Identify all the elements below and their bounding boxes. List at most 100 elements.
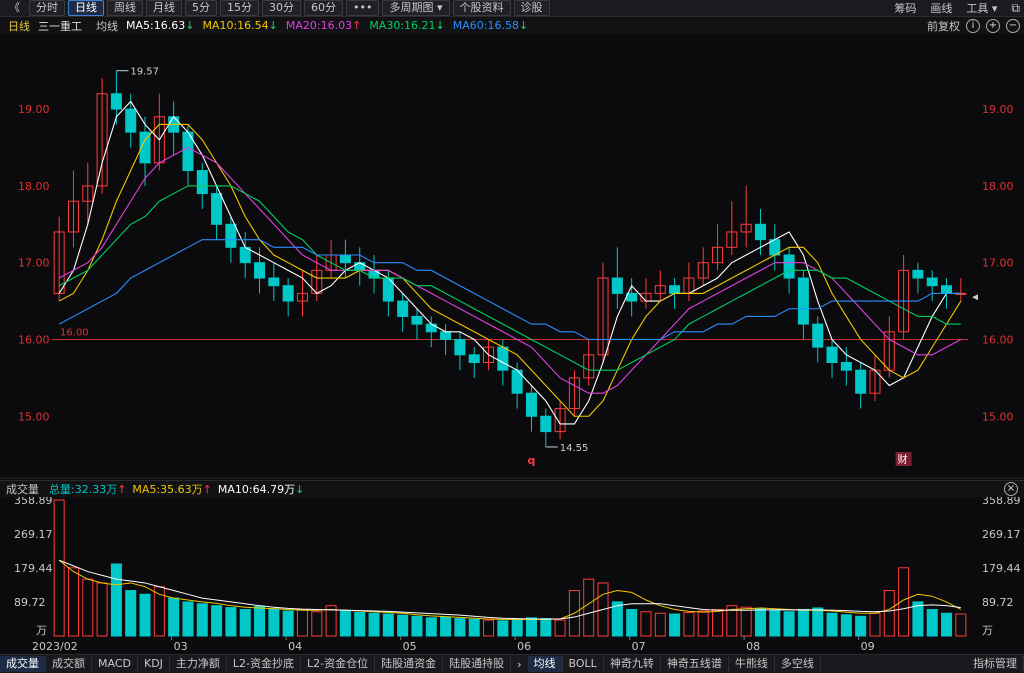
ma-line-ma5 bbox=[58, 100, 961, 425]
candle-body bbox=[110, 93, 122, 110]
price-tick-right: 19.00 bbox=[982, 103, 1014, 116]
volume-bar bbox=[697, 610, 709, 637]
candle-body bbox=[912, 269, 924, 279]
candle-body bbox=[325, 254, 337, 271]
candle-body bbox=[683, 277, 695, 294]
candle-body bbox=[311, 269, 323, 294]
chevron-right-icon[interactable]: › bbox=[511, 658, 527, 671]
candle-body bbox=[440, 331, 452, 340]
indicator-tab[interactable]: MACD bbox=[92, 656, 138, 672]
overlay-tab[interactable]: 均线 bbox=[527, 656, 563, 672]
zoom-out-icon[interactable]: − bbox=[1006, 18, 1020, 33]
kline-chart: 19.00 19.00 18.00 18.00 17.00 17.00 16.00 16.00… bbox=[0, 67, 1024, 653]
volume-bar bbox=[869, 612, 881, 637]
financial-report-marker: 财 bbox=[898, 453, 908, 466]
overlay-tab[interactable]: 神奇九转 bbox=[604, 656, 661, 672]
volume-bar bbox=[425, 617, 437, 637]
candle-body bbox=[926, 277, 938, 287]
volume-bar bbox=[440, 616, 452, 637]
indicator-tab[interactable]: 成交额 bbox=[46, 656, 92, 672]
volume-bar bbox=[397, 614, 409, 637]
down-arrow-icon: ↓ bbox=[435, 19, 445, 32]
candle-body bbox=[769, 239, 781, 256]
chips-button[interactable]: 筹码 bbox=[894, 0, 916, 16]
period-tab[interactable]: 日线 bbox=[68, 0, 104, 16]
candle-body bbox=[53, 231, 65, 294]
period-tab[interactable]: 诊股 bbox=[513, 0, 550, 16]
candle-body bbox=[425, 323, 437, 333]
price-tick-left: 18.00 bbox=[18, 180, 50, 193]
volume-tick-left: 269.17 bbox=[14, 528, 53, 541]
volume-ma10: MA10:64.79万↓ bbox=[218, 481, 304, 497]
volume-bar bbox=[783, 611, 795, 637]
overlay-tab[interactable]: 神奇五线谱 bbox=[661, 656, 729, 672]
candle-body bbox=[783, 254, 795, 279]
overlay-tab[interactable]: 指标管理 bbox=[967, 656, 1024, 672]
indicator-tab[interactable]: L2-资金仓位 bbox=[301, 656, 376, 672]
period-tab[interactable]: ••• bbox=[346, 0, 380, 16]
candle-body bbox=[826, 346, 838, 363]
candle-body bbox=[525, 392, 537, 417]
volume-bar bbox=[282, 610, 294, 637]
tools-menu[interactable]: 工具 ▾ bbox=[966, 0, 997, 16]
volume-bar bbox=[53, 499, 65, 637]
ma-line-ma10 bbox=[58, 123, 962, 417]
ma-label[interactable]: 均线 bbox=[96, 18, 118, 34]
layout-icon[interactable]: ⧉ bbox=[1011, 1, 1020, 16]
indicator-tab[interactable]: 陆股通持股 bbox=[443, 656, 512, 672]
period-tab[interactable]: 15分 bbox=[220, 0, 259, 16]
period-tab[interactable]: 5分 bbox=[185, 0, 217, 16]
price-tick-right: 18.00 bbox=[982, 180, 1014, 193]
volume-ma5-text: MA5:35.63万 bbox=[132, 483, 203, 496]
volume-bar bbox=[898, 567, 910, 637]
volume-bar bbox=[254, 605, 266, 637]
volume-bar bbox=[583, 578, 595, 637]
volume-bar bbox=[368, 612, 380, 637]
volume-bar bbox=[239, 608, 251, 637]
indicator-tab[interactable]: KDJ bbox=[138, 656, 170, 672]
candle-body bbox=[797, 277, 809, 325]
overlay-tab[interactable]: 多空线 bbox=[775, 656, 821, 672]
back-button[interactable]: 《 bbox=[3, 1, 26, 15]
period-tab[interactable]: 60分 bbox=[304, 0, 343, 16]
volume-bar bbox=[339, 609, 351, 637]
volume-bar bbox=[196, 603, 208, 637]
date-axis-label: 04 bbox=[288, 640, 302, 653]
candle-body bbox=[583, 354, 595, 379]
volume-bar bbox=[740, 606, 752, 637]
candle-body bbox=[67, 200, 79, 233]
adjust-button[interactable]: 前复权 bbox=[927, 18, 960, 34]
indicator-tab[interactable]: 陆股通资金 bbox=[375, 656, 444, 672]
volume-bar bbox=[468, 618, 480, 637]
volume-ma5: MA5:35.63万↑ bbox=[132, 481, 211, 497]
volume-bar bbox=[225, 607, 237, 637]
period-tab[interactable]: 多周期图 ▾ bbox=[382, 0, 450, 16]
date-axis-label: 07 bbox=[632, 640, 646, 653]
indicator-tab[interactable]: L2-资金抄底 bbox=[227, 656, 302, 672]
candle-body bbox=[726, 231, 738, 248]
period-tab[interactable]: 月线 bbox=[146, 0, 182, 16]
indicator-tabs-right: 均线 BOLL 神奇九转 神奇五线谱 牛熊线 多空线 指标管理 bbox=[527, 656, 1024, 672]
down-arrow-icon: ↓ bbox=[268, 19, 278, 32]
indicator-tab[interactable]: 主力净额 bbox=[170, 656, 227, 672]
period-tab[interactable]: 30分 bbox=[262, 0, 301, 16]
ma30-value: MA30:16.21↓ bbox=[369, 19, 444, 32]
candle-body bbox=[669, 285, 681, 294]
period-tab[interactable]: 分时 bbox=[29, 0, 65, 16]
period-tab[interactable]: 个股资料 bbox=[452, 0, 511, 16]
candle-body bbox=[168, 116, 180, 133]
volume-bar bbox=[354, 612, 366, 637]
zoom-in-icon[interactable]: + bbox=[986, 18, 1000, 33]
volume-bar bbox=[640, 611, 652, 637]
info-icon[interactable]: i bbox=[966, 18, 980, 33]
candle-body bbox=[955, 292, 967, 295]
close-icon[interactable]: × bbox=[1004, 482, 1018, 496]
period-tab[interactable]: 周线 bbox=[107, 0, 143, 16]
candle-body bbox=[869, 369, 881, 394]
overlay-tab[interactable]: 牛熊线 bbox=[729, 656, 775, 672]
date-axis-label: 2023/02 bbox=[32, 640, 78, 653]
overlay-tab[interactable]: BOLL bbox=[563, 656, 604, 672]
indicator-tab[interactable]: 成交量 bbox=[0, 656, 46, 672]
volume-bar bbox=[597, 582, 609, 637]
draw-line-button[interactable]: 画线 bbox=[930, 0, 952, 16]
